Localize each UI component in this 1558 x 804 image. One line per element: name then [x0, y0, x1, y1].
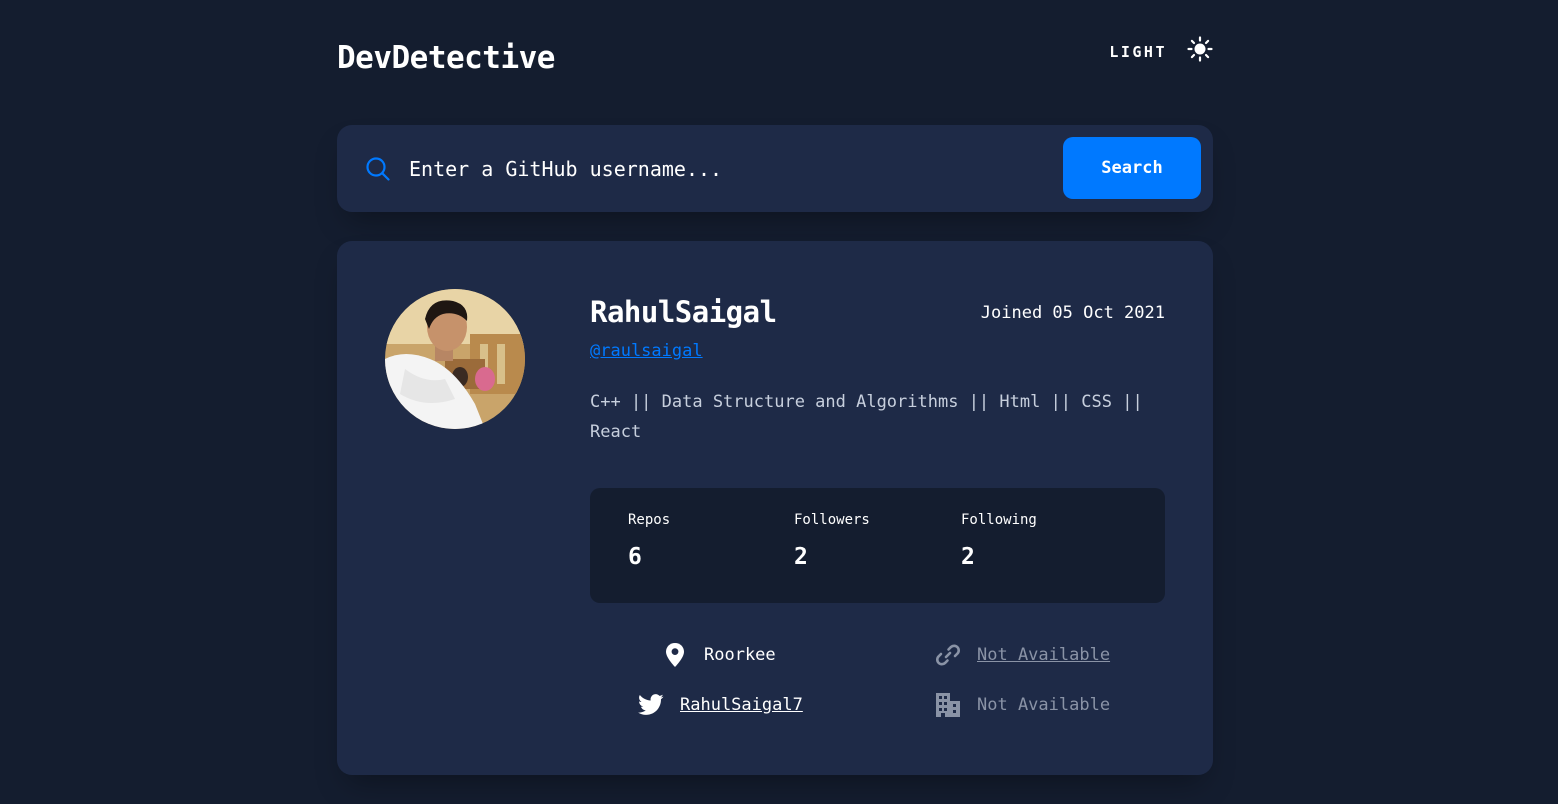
- twitter-link[interactable]: RahulSaigal7: [680, 695, 803, 715]
- stat-following: Following 2: [961, 512, 1037, 570]
- app-container: DevDetective LIGHT Enter a GitHub userna…: [337, 0, 1213, 804]
- stat-value: 2: [794, 544, 808, 570]
- theme-toggle[interactable]: LIGHT: [1109, 36, 1213, 62]
- link-icon: [935, 642, 961, 668]
- avatar: [385, 289, 525, 429]
- stat-repos: Repos 6: [628, 512, 670, 570]
- search-button[interactable]: Search: [1063, 137, 1201, 199]
- sun-icon[interactable]: [1187, 36, 1213, 62]
- location-text: Roorkee: [704, 645, 776, 665]
- twitter-icon: [638, 692, 664, 718]
- profile-links: Roorkee Not Available RahulSaigal7 Not A…: [590, 643, 1165, 746]
- header: DevDetective LIGHT: [337, 36, 1213, 82]
- search-icon: [365, 156, 391, 182]
- profile-login-link[interactable]: @raulsaigal: [590, 341, 703, 361]
- search-input[interactable]: [409, 149, 1049, 189]
- stat-followers: Followers 2: [794, 512, 870, 570]
- company-item: Not Available: [935, 692, 1110, 718]
- location-pin-icon: [662, 642, 688, 668]
- theme-toggle-label[interactable]: LIGHT: [1109, 43, 1167, 61]
- stat-label: Followers: [794, 512, 870, 528]
- search-bar: Search: [337, 125, 1213, 212]
- profile-card: RahulSaigal Joined 05 Oct 2021 @raulsaig…: [337, 241, 1213, 775]
- joined-date: Joined 05 Oct 2021: [980, 303, 1165, 323]
- website-item: Not Available: [935, 642, 1110, 668]
- stat-label: Following: [961, 512, 1037, 528]
- profile-bio: C++ || Data Structure and Algorithms || …: [590, 392, 1143, 442]
- building-icon: [935, 692, 961, 718]
- app-title: DevDetective: [337, 40, 555, 76]
- profile-name: RahulSaigal: [590, 295, 777, 329]
- website-link[interactable]: Not Available: [977, 645, 1110, 665]
- stats-panel: Repos 6 Followers 2 Following 2: [590, 488, 1165, 603]
- location-item: Roorkee: [662, 642, 776, 668]
- stat-value: 6: [628, 544, 642, 570]
- company-text: Not Available: [977, 695, 1111, 715]
- stat-label: Repos: [628, 512, 671, 528]
- twitter-item: RahulSaigal7: [638, 692, 803, 718]
- stat-value: 2: [961, 544, 975, 570]
